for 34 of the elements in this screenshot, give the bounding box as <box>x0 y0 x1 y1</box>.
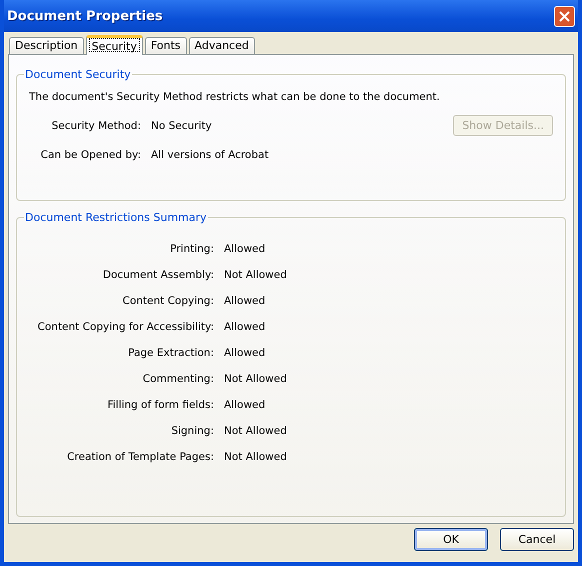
restriction-label: Creation of Template Pages: <box>66 451 215 463</box>
restriction-label: Content Copying: <box>121 295 215 307</box>
field-value: All versions of Acrobat <box>151 148 270 160</box>
restriction-label: Document Assembly: <box>102 269 215 281</box>
restriction-value: Not Allowed <box>224 269 288 281</box>
description-text: The document's Security Method restricts what can be done to the document. <box>29 91 441 103</box>
cancel-button[interactable]: Cancel <box>500 528 574 551</box>
field-value: No Security <box>151 120 213 132</box>
tab[interactable]: Advanced <box>188 37 255 54</box>
group-title: Document Restrictions Summary <box>24 211 208 224</box>
close-icon <box>559 10 570 22</box>
restriction-value: Allowed <box>224 347 266 359</box>
restriction-label: Signing: <box>170 425 215 437</box>
tab[interactable]: Fonts <box>144 37 187 54</box>
tab[interactable]: Security <box>86 35 143 55</box>
restriction-label: Printing: <box>169 243 215 255</box>
restriction-label: Page Extraction: <box>127 347 215 359</box>
restriction-value: Allowed <box>224 295 266 307</box>
ok-button[interactable]: OK <box>414 528 488 551</box>
field-label: Security Method: <box>50 120 142 132</box>
close-button[interactable] <box>554 6 575 26</box>
restriction-value: Allowed <box>224 399 266 411</box>
window-title: Document Properties <box>7 8 163 24</box>
restriction-label: Commenting: <box>142 373 215 385</box>
restriction-value: Allowed <box>224 321 266 333</box>
restriction-label: Content Copying for Accessibility: <box>36 321 215 333</box>
field-label: Can be Opened by: <box>40 148 142 160</box>
tab[interactable]: Description <box>9 37 84 54</box>
restriction-value: Allowed <box>224 243 266 255</box>
restriction-label: Filling of form fields: <box>106 399 215 411</box>
group-title: Document Security <box>24 68 132 81</box>
restriction-value: Not Allowed <box>224 451 288 463</box>
restriction-value: Not Allowed <box>224 425 288 437</box>
restriction-value: Not Allowed <box>224 373 288 385</box>
